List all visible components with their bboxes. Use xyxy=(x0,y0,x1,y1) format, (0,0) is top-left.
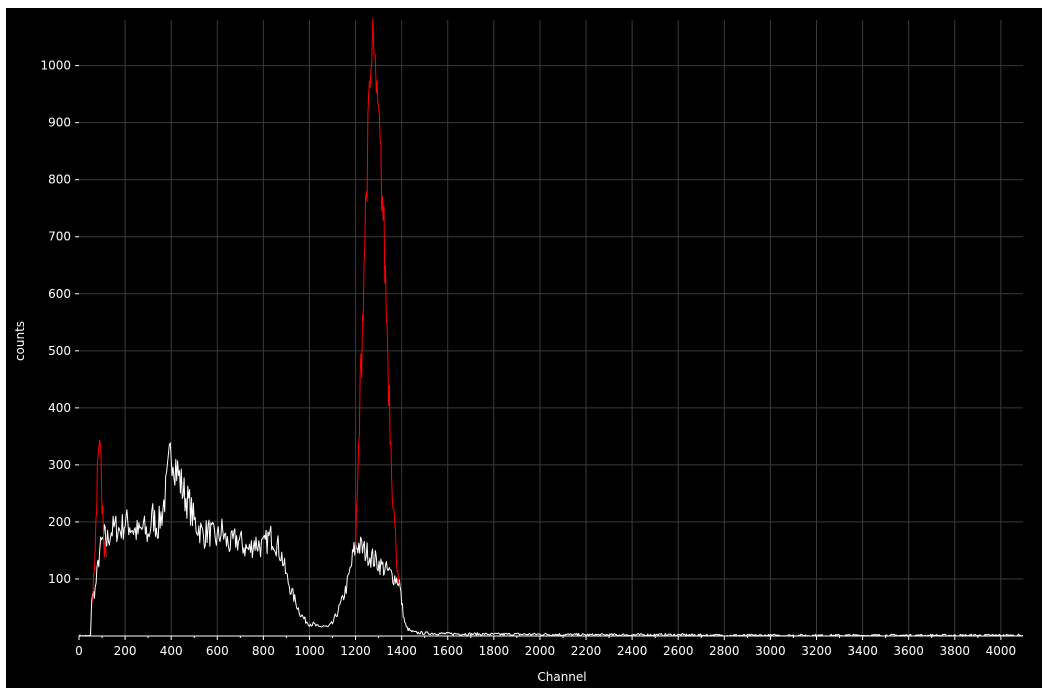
spectrum-chart-panel: 0 200 400 600 800 1000 1200 1400 1600 1800 2000 220… xyxy=(6,8,1042,688)
y-tick-label: 500 xyxy=(48,344,71,358)
spectrum-chart: 0 200 400 600 800 1000 1200 1400 1600 1800 2000 220… xyxy=(13,18,1024,684)
x-tick-label: 600 xyxy=(206,644,229,658)
y-tick-label: 200 xyxy=(48,515,71,529)
x-tick-label: 0 xyxy=(75,644,83,658)
y-tick-label: 900 xyxy=(48,116,71,130)
x-tick-label: 3200 xyxy=(801,644,832,658)
x-tick-label: 3400 xyxy=(847,644,878,658)
x-axis-title: Channel xyxy=(537,670,586,684)
x-tick-label: 3000 xyxy=(755,644,786,658)
x-tick-label: 1000 xyxy=(294,644,325,658)
roi-peak-line xyxy=(355,18,400,584)
x-tick-label: 400 xyxy=(160,644,183,658)
x-tick-label: 2600 xyxy=(663,644,694,658)
y-axis-title: counts xyxy=(13,321,27,361)
y-tick-label: 1000 xyxy=(40,59,71,73)
spectrum-line xyxy=(78,442,1024,637)
x-tick-label: 2200 xyxy=(571,644,602,658)
data-series xyxy=(78,18,1024,637)
y-tick-label: 100 xyxy=(48,572,71,586)
y-tick-label: 800 xyxy=(48,173,71,187)
y-tick-label: 600 xyxy=(48,287,71,301)
x-tick-label: 1600 xyxy=(432,644,463,658)
y-tick-label: 300 xyxy=(48,458,71,472)
x-tick-label: 1200 xyxy=(340,644,371,658)
x-tick-label: 3600 xyxy=(893,644,924,658)
tick-labels: 0 200 400 600 800 1000 1200 1400 1600 1800 2000 220… xyxy=(40,59,1016,658)
x-tick-label: 2000 xyxy=(525,644,556,658)
x-tick-label: 1800 xyxy=(479,644,510,658)
x-tick-label: 1400 xyxy=(386,644,417,658)
x-tick-label: 4000 xyxy=(986,644,1017,658)
y-tick-label: 700 xyxy=(48,230,71,244)
y-tick-label: 400 xyxy=(48,401,71,415)
x-tick-label: 2400 xyxy=(617,644,648,658)
x-tick-label: 2800 xyxy=(709,644,740,658)
x-tick-label: 200 xyxy=(114,644,137,658)
x-tick-label: 800 xyxy=(252,644,275,658)
x-tick-label: 3800 xyxy=(940,644,971,658)
grid xyxy=(79,20,1023,636)
